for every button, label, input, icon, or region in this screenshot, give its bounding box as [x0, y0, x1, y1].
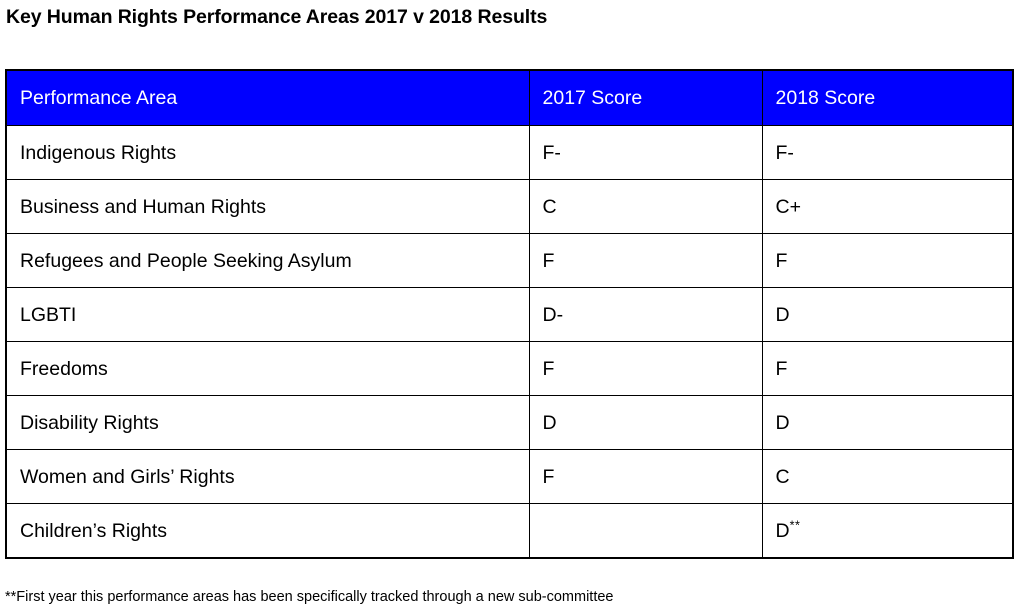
cell-2018-score: C+	[761, 179, 1014, 234]
score-value: C+	[775, 195, 801, 218]
cell-2017-score: D-	[528, 287, 763, 342]
score-value: C	[775, 465, 790, 488]
cell-performance-area: Freedoms	[5, 341, 530, 396]
table-row: Business and Human Rights C C+	[5, 179, 1014, 234]
results-table-container: Performance Area 2017 Score 2018 Score I…	[5, 69, 1014, 559]
table-row: Indigenous Rights F- F-	[5, 125, 1014, 180]
score-value: F	[775, 249, 788, 272]
score-value: F-	[775, 141, 794, 164]
table-row: LGBTI D- D	[5, 287, 1014, 342]
cell-2017-score: F	[528, 341, 763, 396]
score-value: F	[775, 357, 788, 380]
cell-2017-score: D	[528, 395, 763, 450]
table-footnote: **First year this performance areas has …	[5, 589, 614, 605]
cell-2018-score: D	[761, 395, 1014, 450]
score-value: D	[775, 411, 790, 434]
table-row: Children’s Rights D**	[5, 503, 1014, 559]
column-header-2017-score: 2017 Score	[528, 69, 763, 126]
cell-2017-score: F-	[528, 125, 763, 180]
cell-performance-area: Refugees and People Seeking Asylum	[5, 233, 530, 288]
cell-performance-area: Disability Rights	[5, 395, 530, 450]
table-row: Women and Girls’ Rights F C	[5, 449, 1014, 504]
score-footnote-marker: **	[789, 518, 801, 532]
key-human-rights-results-table: Performance Area 2017 Score 2018 Score I…	[5, 69, 1014, 559]
cell-performance-area: LGBTI	[5, 287, 530, 342]
cell-2018-score: F	[761, 341, 1014, 396]
cell-performance-area: Children’s Rights	[5, 503, 530, 559]
column-header-performance-area: Performance Area	[5, 69, 530, 126]
table-header-row: Performance Area 2017 Score 2018 Score	[5, 69, 1014, 126]
column-header-2018-score: 2018 Score	[761, 69, 1014, 126]
cell-2017-score	[528, 503, 763, 559]
cell-performance-area: Indigenous Rights	[5, 125, 530, 180]
table-header: Performance Area 2017 Score 2018 Score	[5, 69, 1014, 126]
table-row: Freedoms F F	[5, 341, 1014, 396]
page-title: Key Human Rights Performance Areas 2017 …	[6, 6, 548, 28]
cell-2018-score: C	[761, 449, 1014, 504]
cell-2018-score: F-	[761, 125, 1014, 180]
cell-performance-area: Women and Girls’ Rights	[5, 449, 530, 504]
table-row: Refugees and People Seeking Asylum F F	[5, 233, 1014, 288]
cell-2017-score: C	[528, 179, 763, 234]
cell-2017-score: F	[528, 449, 763, 504]
cell-2017-score: F	[528, 233, 763, 288]
score-value: D	[775, 519, 790, 542]
table-body: Indigenous Rights F- F- Business and Human …	[5, 125, 1014, 559]
cell-2018-score: D	[761, 287, 1014, 342]
score-value: D	[775, 303, 790, 326]
cell-performance-area: Business and Human Rights	[5, 179, 530, 234]
table-row: Disability Rights D D	[5, 395, 1014, 450]
cell-2018-score: F	[761, 233, 1014, 288]
cell-2018-score: D**	[761, 503, 1014, 559]
